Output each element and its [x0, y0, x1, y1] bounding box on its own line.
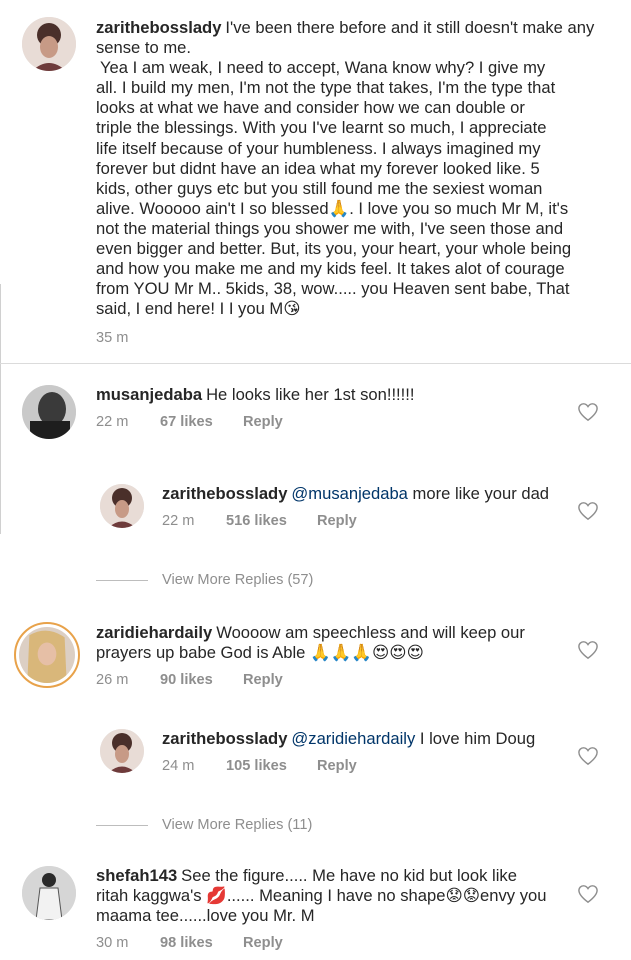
comment-text-line: maama tee......love you Mr. M: [96, 906, 315, 926]
view-more-label[interactable]: View More Replies (11): [162, 817, 312, 833]
reply-button[interactable]: Reply: [243, 935, 283, 951]
comment-username[interactable]: musanjedaba: [96, 385, 202, 404]
comment-username[interactable]: shefah143: [96, 866, 177, 885]
mention-link[interactable]: @musanjedaba: [291, 484, 407, 503]
caption-line: all. I build my men, I'm not the type th…: [96, 78, 556, 98]
caption-line: forever but didnt have an idea what my f…: [96, 158, 540, 178]
reply-button[interactable]: Reply: [317, 513, 357, 529]
reply-button[interactable]: Reply: [243, 672, 283, 688]
likes-count[interactable]: 67 likes: [160, 414, 243, 430]
caption-text: zarithebosslady I've been there before an…: [96, 18, 622, 58]
caption-line: and how you make me and my kids feel. It…: [96, 259, 565, 279]
caption-line: triple the blessings. With you I've lear…: [96, 118, 547, 138]
likes-count[interactable]: 516 likes: [226, 513, 317, 529]
comment-time: 22 m: [96, 414, 129, 431]
comment: musanjedaba He looks like her 1st son!!!!…: [22, 385, 582, 439]
comment-text: Woooow am speechless and will keep our: [216, 623, 525, 642]
comment-text: more like your dad: [412, 484, 550, 503]
comment-text: He looks like her 1st son!!!!!!: [206, 385, 415, 404]
caption-time: 35 m: [96, 330, 129, 347]
reply-comment: zarithebosslady @musanjedaba more like yo…: [100, 484, 580, 529]
likes-count[interactable]: 90 likes: [160, 672, 243, 688]
reply-comment: zarithebosslady @zaridiehardaily I love h…: [100, 729, 580, 774]
left-edge-scrollbar: [0, 284, 1, 534]
avatar[interactable]: [100, 484, 144, 528]
heart-outline-icon[interactable]: [577, 402, 599, 422]
comment-username[interactable]: zarithebosslady: [162, 729, 287, 748]
comment-text-line: prayers up babe God is Able 🙏🙏🙏😍😍😍: [96, 643, 424, 663]
caption-line: even bigger and better. But, its you, yo…: [96, 239, 572, 259]
avatar[interactable]: [14, 622, 80, 688]
heart-outline-icon[interactable]: [577, 501, 599, 521]
comment-username[interactable]: zarithebosslady: [162, 484, 287, 503]
comment-time: 30 m: [96, 935, 129, 952]
avatar[interactable]: [22, 866, 76, 920]
heart-outline-icon[interactable]: [577, 884, 599, 904]
caption-username[interactable]: zarithebosslady: [96, 18, 221, 37]
comment-username[interactable]: zaridiehardaily: [96, 623, 212, 642]
caption-line: Yea I am weak, I need to accept, Wana kn…: [100, 58, 546, 78]
heart-outline-icon[interactable]: [577, 746, 599, 766]
heart-outline-icon[interactable]: [577, 640, 599, 660]
caption-line: alive. Wooooo ain't I so blessed🙏. I lov…: [96, 198, 569, 218]
comment-text-line: ritah kaggwa's 💋...... Meaning I have no…: [96, 886, 547, 906]
avatar[interactable]: [100, 729, 144, 773]
avatar[interactable]: [22, 17, 76, 71]
view-more-line: [96, 824, 148, 826]
avatar[interactable]: [22, 385, 76, 439]
comment: zaridiehardaily Woooow am speechless and …: [14, 622, 584, 688]
comment: shefah143 See the figure..... Me have no …: [22, 866, 582, 951]
likes-count[interactable]: 105 likes: [226, 758, 317, 774]
reply-button[interactable]: Reply: [243, 414, 283, 430]
caption-line: kids, other guys etc but you still found…: [96, 178, 543, 198]
comment-text: I love him Doug: [419, 729, 536, 748]
view-more-line: [96, 579, 148, 581]
comment-time: 22 m: [162, 513, 195, 530]
view-more-replies[interactable]: View More Replies (57): [96, 572, 313, 588]
comment-text: See the figure..... Me have no kid but l…: [181, 866, 517, 885]
reply-button[interactable]: Reply: [317, 758, 357, 774]
view-more-replies[interactable]: View More Replies (11): [96, 817, 312, 833]
comment-time: 24 m: [162, 758, 195, 775]
caption-line: life itself because of your humbleness. …: [96, 138, 541, 158]
caption-line: said, I end here! I I you M😘: [96, 299, 301, 319]
caption-line: not the material things you shower me wi…: [96, 218, 564, 238]
caption-line: looks at what we have and consider how w…: [96, 98, 525, 118]
caption-line: from YOU Mr M.. 5kids, 38, wow..... you …: [96, 279, 570, 299]
caption-divider: [0, 363, 631, 364]
mention-link[interactable]: @zaridiehardaily: [291, 729, 415, 748]
comment-time: 26 m: [96, 672, 129, 689]
view-more-label[interactable]: View More Replies (57): [162, 572, 313, 588]
likes-count[interactable]: 98 likes: [160, 935, 243, 951]
caption: zarithebosslady I've been there before an…: [22, 17, 622, 346]
